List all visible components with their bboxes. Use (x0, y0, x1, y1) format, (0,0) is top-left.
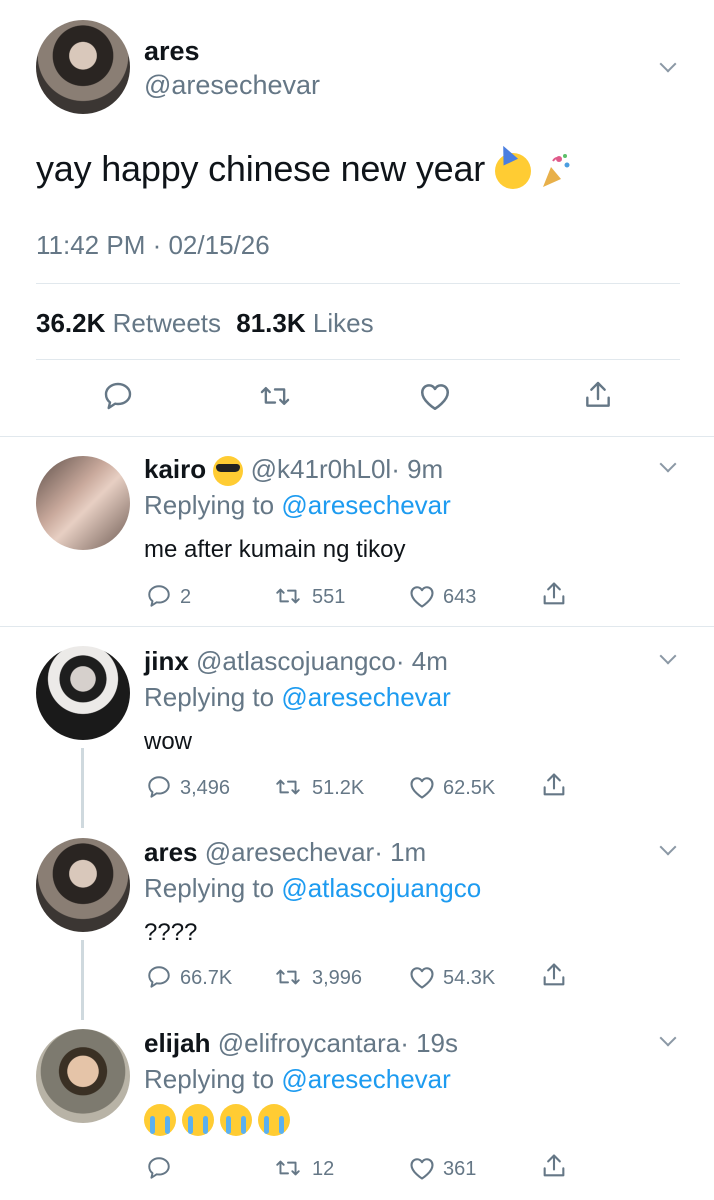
main-tweet-handle[interactable]: @aresechevar (144, 70, 320, 101)
divider (36, 283, 680, 284)
divider (0, 626, 714, 627)
retweet-count: 551 (312, 586, 346, 608)
retweet-icon[interactable] (258, 380, 292, 412)
like-icon[interactable] (408, 774, 436, 800)
partying-face-emoji (495, 142, 532, 190)
reply-time[interactable]: · 9m (391, 454, 443, 484)
reply-display-name[interactable]: ares (144, 837, 198, 867)
thread-line (81, 748, 84, 828)
comment-icon[interactable] (146, 774, 172, 800)
reply-handle[interactable]: @k41r0hL0l (251, 454, 392, 484)
reply-time[interactable]: · 4m (396, 646, 448, 676)
replying-to-line: Replying to @aresechevar (144, 1064, 451, 1095)
replying-to-label: Replying to (144, 1064, 275, 1094)
retweet-icon[interactable] (274, 964, 302, 990)
reply-handle[interactable]: @elifroycantara (218, 1028, 400, 1058)
replying-to-line: Replying to @aresechevar (144, 490, 451, 521)
reply-avatar[interactable] (36, 456, 130, 550)
like-icon[interactable] (408, 964, 436, 990)
reply-chevron-down-icon[interactable] (659, 455, 677, 473)
replying-to-label: Replying to (144, 490, 275, 520)
share-icon[interactable] (540, 961, 568, 989)
retweet-icon[interactable] (274, 774, 302, 800)
reply-handle[interactable]: @atlascojuangco (196, 646, 396, 676)
sunglasses-emoji (213, 456, 244, 487)
main-tweet-stats: 36.2K Retweets 81.3K Likes (36, 308, 382, 339)
share-icon[interactable] (540, 771, 568, 799)
reply-time[interactable]: · 19s (400, 1028, 458, 1058)
like-count: 62.5K (443, 777, 496, 799)
reply-header: jinx @atlascojuangco· 4m (144, 646, 448, 677)
reply-text: me after kumain ng tikoy (144, 536, 406, 563)
like-count: 643 (443, 586, 477, 608)
comment-icon[interactable] (102, 380, 134, 412)
loudly-crying-face-emoji (144, 1104, 176, 1136)
replying-to-link[interactable]: @aresechevar (281, 1064, 450, 1094)
like-icon[interactable] (408, 1155, 436, 1181)
likes-count[interactable]: 81.3K (236, 308, 305, 338)
main-tweet-chevron-down-icon[interactable] (659, 55, 677, 73)
loudly-crying-face-emoji (220, 1104, 252, 1136)
retweet-count: 3,996 (312, 967, 363, 989)
replying-to-link[interactable]: @aresechevar (281, 490, 450, 520)
like-count: 54.3K (443, 967, 496, 989)
thread-line (81, 940, 84, 1020)
reply-time[interactable]: · 1m (374, 837, 426, 867)
reply-display-name[interactable]: elijah (144, 1028, 210, 1058)
reply-display-name[interactable]: kairo (144, 454, 206, 484)
like-icon[interactable] (418, 380, 452, 412)
like-count: 361 (443, 1158, 477, 1180)
share-icon[interactable] (540, 580, 568, 608)
divider (0, 436, 714, 437)
loudly-crying-face-emoji (258, 1104, 290, 1136)
comment-count: 3,496 (180, 777, 231, 799)
reply-display-name[interactable]: jinx (144, 646, 189, 676)
retweet-count: 12 (312, 1158, 335, 1180)
retweet-icon[interactable] (274, 1155, 302, 1181)
reply-chevron-down-icon[interactable] (659, 647, 677, 665)
main-tweet-display-name[interactable]: ares (144, 36, 200, 67)
replying-to-line: Replying to @atlascojuangco (144, 873, 481, 904)
replying-to-link[interactable]: @atlascojuangco (281, 873, 481, 903)
main-tweet-avatar[interactable] (36, 20, 130, 114)
loudly-crying-face-emoji (182, 1104, 214, 1136)
confetti-popper-emoji (543, 154, 570, 188)
share-icon[interactable] (582, 378, 614, 412)
main-tweet-timestamp[interactable]: 11:42 PM · 02/15/26 (36, 230, 270, 261)
retweet-count: 51.2K (312, 777, 365, 799)
like-icon[interactable] (408, 583, 436, 609)
reply-chevron-down-icon[interactable] (659, 838, 677, 856)
reply-handle[interactable]: @aresechevar (205, 837, 374, 867)
reply-avatar[interactable] (36, 646, 130, 740)
replying-to-label: Replying to (144, 873, 275, 903)
reply-avatar[interactable] (36, 838, 130, 932)
comment-count: 66.7K (180, 967, 233, 989)
replying-to-link[interactable]: @aresechevar (281, 682, 450, 712)
replying-to-label: Replying to (144, 682, 275, 712)
comment-icon[interactable] (146, 583, 172, 609)
reply-header: kairo @k41r0hL0l· 9m (144, 454, 443, 487)
replying-to-line: Replying to @aresechevar (144, 682, 451, 713)
reply-header: elijah @elifroycantara· 19s (144, 1028, 458, 1059)
retweets-label[interactable]: Retweets (113, 308, 221, 338)
reply-text: ???? (144, 919, 198, 946)
reply-avatar[interactable] (36, 1029, 130, 1123)
share-icon[interactable] (540, 1152, 568, 1180)
likes-label[interactable]: Likes (313, 308, 374, 338)
reply-text: wow (144, 728, 193, 755)
retweets-count[interactable]: 36.2K (36, 308, 105, 338)
reply-text (144, 1104, 296, 1136)
main-tweet-body: yay happy chinese new year (36, 148, 486, 189)
divider (36, 359, 680, 360)
comment-icon[interactable] (146, 1155, 172, 1181)
reply-chevron-down-icon[interactable] (659, 1029, 677, 1047)
main-tweet-text: yay happy chinese new year (36, 142, 573, 190)
comment-icon[interactable] (146, 964, 172, 990)
comment-count: 2 (180, 586, 192, 608)
retweet-icon[interactable] (274, 583, 302, 609)
reply-header: ares @aresechevar· 1m (144, 837, 426, 868)
